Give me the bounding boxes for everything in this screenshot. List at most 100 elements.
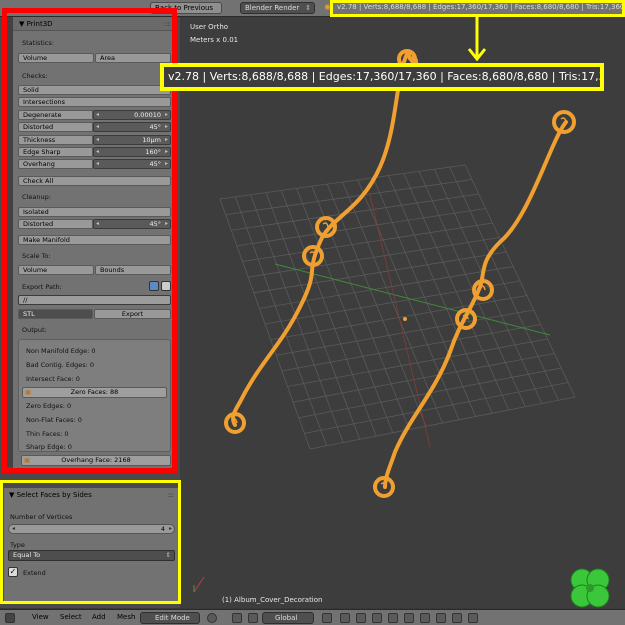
volume-button[interactable]: Volume [18, 53, 94, 63]
cleanup-distorted-row: Distorted ◂ 45° ▸ [18, 219, 171, 229]
occlude-icon[interactable] [388, 613, 398, 623]
non-manifold-output: Non Manifold Edge: 0 [26, 347, 96, 355]
operator-title: Select Faces by Sides [16, 491, 92, 499]
increment-arrow-icon: ▸ [168, 525, 172, 532]
shading-icon[interactable] [207, 613, 217, 623]
3d-viewport[interactable]: User Ortho Meters x 0.01 (1) Album_Cover… [180, 17, 625, 608]
mode-select[interactable]: Edit Mode [140, 612, 200, 624]
export-row: STL Export [18, 309, 171, 319]
print3d-panel-header[interactable]: ▼ Print3D :::: [13, 17, 175, 31]
format-select[interactable]: STL [18, 309, 93, 319]
bad-contig-output: Bad Contig. Edges: 0 [26, 361, 95, 369]
thin-faces-output: Thin Faces: 0 [26, 430, 69, 438]
add-menu[interactable]: Add [92, 613, 106, 621]
drag-grip-icon[interactable]: :::: [168, 488, 175, 502]
mesh-menu[interactable]: Mesh [117, 613, 135, 621]
grid-line [309, 396, 576, 450]
render-icon[interactable] [452, 613, 462, 623]
select-menu[interactable]: Select [60, 613, 82, 621]
thickness-row: Thickness ◂ 10µm ▸ [18, 135, 171, 145]
extend-checkbox[interactable]: ✓ [8, 567, 18, 577]
solid-row: Solid [18, 85, 171, 95]
manipulator-icon[interactable] [248, 613, 258, 623]
solid-button[interactable]: Solid [18, 85, 171, 95]
orientation-select[interactable]: Global [262, 612, 314, 624]
file-browser-icon[interactable] [161, 281, 171, 291]
degenerate-field[interactable]: ◂ 0.00010 ▸ [93, 110, 171, 120]
edge-sharp-button[interactable]: Edge Sharp [18, 147, 93, 157]
pivot-point [403, 317, 407, 321]
scale-bounds-button[interactable]: Bounds [95, 265, 171, 275]
check-all-row: Check All [18, 176, 171, 186]
render-engine-select[interactable]: Blender Render [240, 2, 315, 14]
check-all-button[interactable]: Check All [18, 176, 171, 186]
select-icon: ▣ [25, 388, 32, 396]
info-header: Back to Previous Blender Render ✺ v2.78 … [0, 0, 625, 17]
face-select-icon[interactable] [372, 613, 382, 623]
tool-shelf-tabs[interactable] [3, 17, 13, 467]
zero-faces-button[interactable]: ▣ Zero Faces: 88 [22, 387, 167, 398]
num-vertices-label: Number of Vertices [10, 513, 73, 521]
layer-icon[interactable] [322, 613, 332, 623]
intersections-button[interactable]: Intersections [18, 97, 171, 107]
edge-sharp-row: Edge Sharp ◂ 160° ▸ [18, 147, 171, 157]
overhang-button[interactable]: Overhang [18, 159, 93, 169]
render-anim-icon[interactable] [468, 613, 478, 623]
decrement-arrow-icon: ◂ [12, 525, 16, 532]
type-select[interactable]: Equal To ⇕ [8, 550, 175, 561]
snap-icon[interactable] [420, 613, 430, 623]
view-menu[interactable]: View [32, 613, 49, 621]
scale-volume-button[interactable]: Volume [18, 265, 94, 275]
isolated-row: Isolated [18, 207, 171, 217]
export-path-row: // [18, 295, 171, 305]
output-box: Non Manifold Edge: 0 Bad Contig. Edges: … [18, 339, 171, 452]
sharp-edge-output: Sharp Edge: 0 [26, 443, 72, 451]
overhang-face-button[interactable]: ▣ Overhang Face: 2168 [21, 455, 171, 466]
grid-line [293, 353, 555, 403]
export-button[interactable]: Export [94, 309, 171, 319]
collapse-triangle-icon: ▼ [9, 491, 17, 499]
edge-select-icon[interactable] [356, 613, 366, 623]
blender-icon: ✺ [324, 3, 331, 12]
make-manifold-button[interactable]: Make Manifold [18, 235, 171, 245]
tool-shelf: ▼ Print3D :::: Statistics: Volume Area C… [0, 17, 180, 608]
thickness-field[interactable]: ◂ 10µm ▸ [93, 135, 171, 145]
isolated-button[interactable]: Isolated [18, 207, 171, 217]
intersections-row: Intersections [18, 97, 171, 107]
floor-grid [219, 164, 576, 450]
thickness-button[interactable]: Thickness [18, 135, 93, 145]
back-to-previous-button[interactable]: Back to Previous [150, 2, 222, 14]
overhang-row: Overhang ◂ 45° ▸ [18, 159, 171, 169]
area-button[interactable]: Area [95, 53, 171, 63]
axis-gizmo [193, 576, 205, 593]
pivot-icon[interactable] [232, 613, 242, 623]
cleanup-distorted-field[interactable]: ◂ 45° ▸ [93, 219, 171, 229]
select-icon: ▣ [24, 456, 31, 464]
num-vertices-slider[interactable]: ◂ 4 ▸ [8, 524, 175, 534]
export-path-input[interactable]: // [18, 295, 171, 305]
distorted-button[interactable]: Distorted [18, 122, 93, 132]
editor-type-icon[interactable] [5, 613, 15, 623]
drag-grip-icon[interactable]: :::: [165, 17, 172, 31]
degenerate-row: Degenerate ◂ 0.00010 ▸ [18, 110, 171, 120]
grid-line [372, 177, 476, 417]
vertex-select-icon[interactable] [340, 613, 350, 623]
type-label: Type [10, 541, 25, 549]
proportional-edit-icon[interactable] [404, 613, 414, 623]
operator-panel-header[interactable]: ▼ Select Faces by Sides :::: [4, 488, 179, 502]
cleanup-distorted-button[interactable]: Distorted [18, 219, 93, 229]
snap-target-icon[interactable] [436, 613, 446, 623]
distorted-field[interactable]: ◂ 45° ▸ [93, 122, 171, 132]
grid-line [449, 166, 559, 401]
curve-decoration-right [373, 110, 576, 498]
folder-icon[interactable] [149, 281, 159, 291]
statistics-label: Statistics: [22, 39, 54, 47]
extend-label: Extend [23, 569, 46, 577]
scale-to-label: Scale To: [22, 252, 51, 260]
last-operator-panel: ▼ Select Faces by Sides :::: Number of V… [4, 488, 179, 602]
degenerate-button[interactable]: Degenerate [18, 110, 93, 120]
distorted-row: Distorted ◂ 45° ▸ [18, 122, 171, 132]
edge-sharp-field[interactable]: ◂ 160° ▸ [93, 147, 171, 157]
print3d-panel: ▼ Print3D :::: Statistics: Volume Area C… [13, 17, 175, 469]
overhang-field[interactable]: ◂ 45° ▸ [93, 159, 171, 169]
